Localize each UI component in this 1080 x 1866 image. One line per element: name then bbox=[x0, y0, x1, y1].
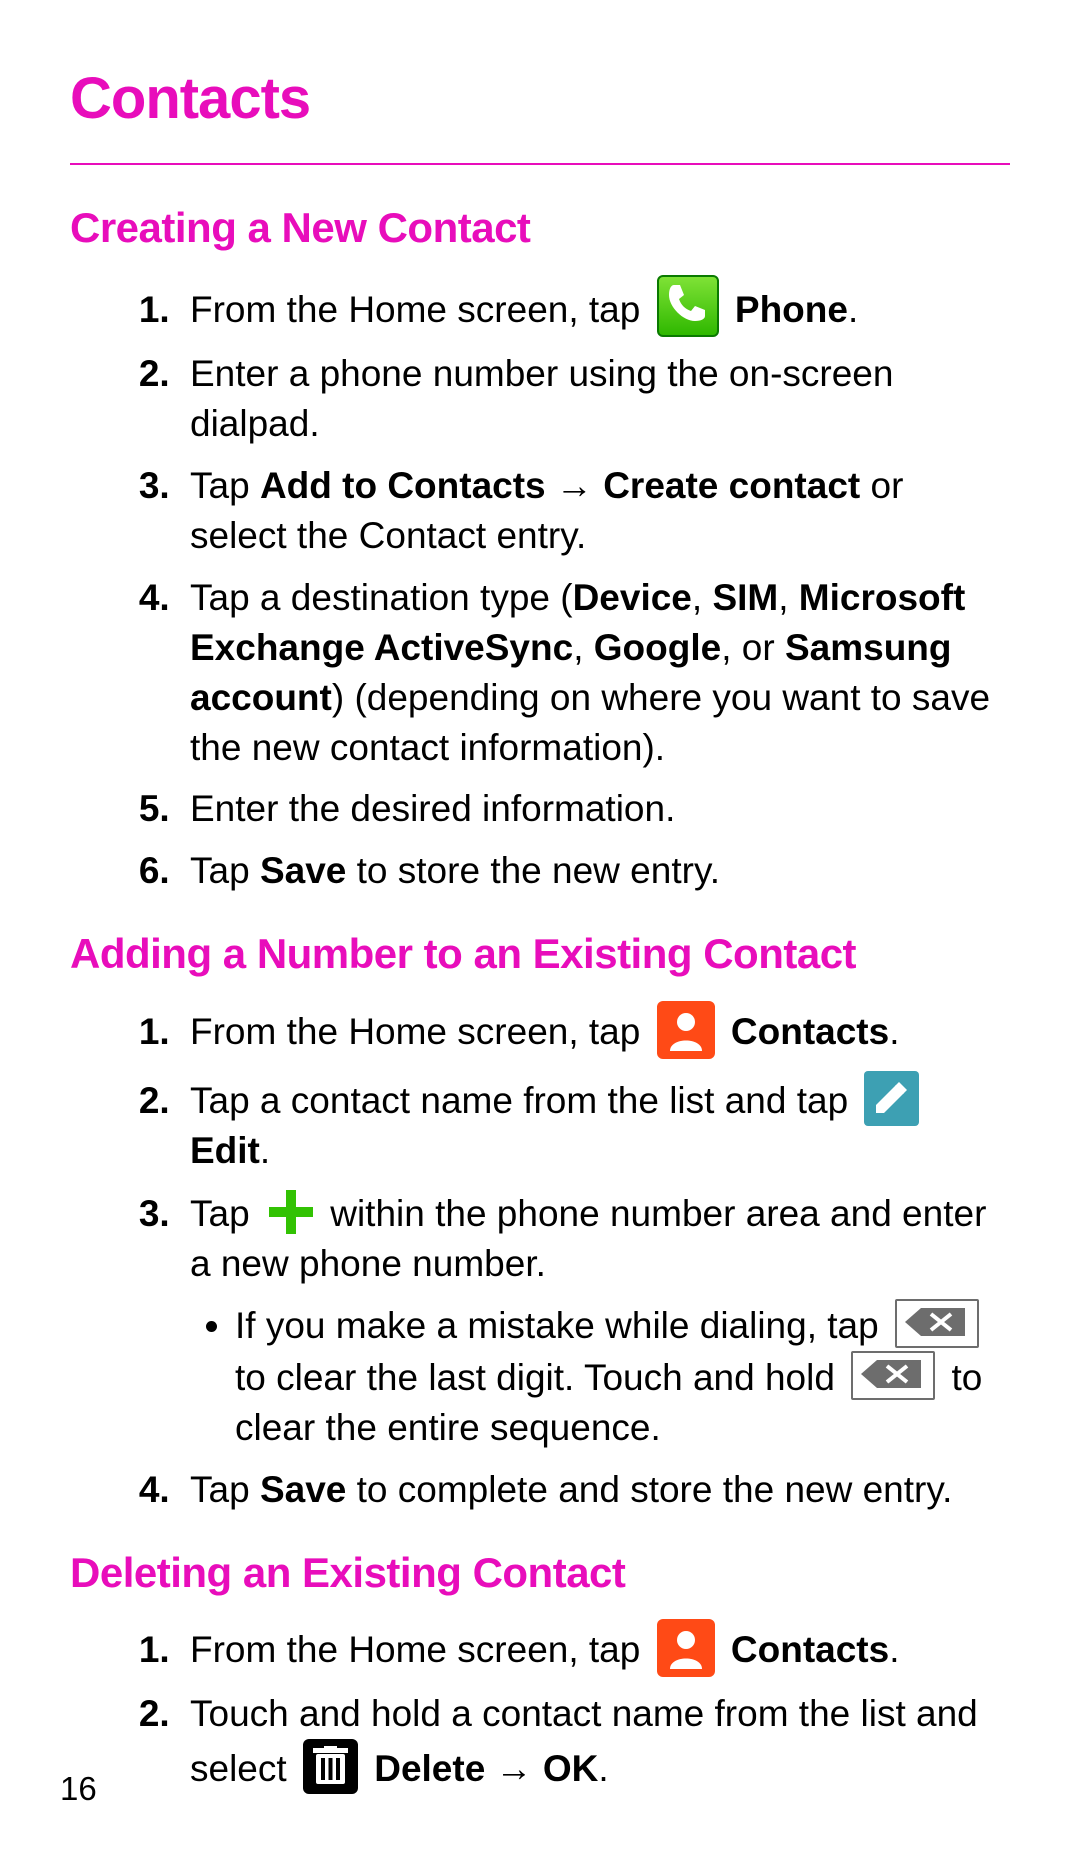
step-bold: SIM bbox=[712, 577, 778, 618]
step-text: . bbox=[598, 1748, 608, 1789]
section-heading-deleting: Deleting an Existing Contact bbox=[70, 1545, 1010, 1602]
phone-icon bbox=[657, 275, 719, 337]
step-text: , bbox=[692, 577, 713, 618]
step: Tap Save to complete and store the new e… bbox=[180, 1465, 1010, 1515]
step-text: Enter the desired information. bbox=[190, 788, 675, 829]
step: Enter the desired information. bbox=[180, 784, 1010, 834]
manual-page: Contacts Creating a New Contact From the… bbox=[0, 0, 1080, 1866]
step-text: Enter a phone number using the on-screen… bbox=[190, 353, 893, 444]
step-text: . bbox=[889, 1629, 899, 1670]
step-bold: Contacts bbox=[731, 1011, 889, 1052]
step-text: . bbox=[889, 1011, 899, 1052]
step: Touch and hold a contact name from the l… bbox=[180, 1689, 1010, 1794]
step-text: Tap bbox=[190, 1193, 260, 1234]
step-bold: Device bbox=[573, 577, 692, 618]
step-bold: Add to Contacts → Create contact bbox=[260, 465, 860, 506]
substep-text: to clear the last digit. Touch and hold bbox=[235, 1357, 845, 1398]
step-text: Tap bbox=[190, 850, 260, 891]
step: Tap a contact name from the list and tap… bbox=[180, 1071, 1010, 1176]
step-bold: Save bbox=[260, 1469, 346, 1510]
backspace-icon bbox=[851, 1351, 935, 1400]
steps-deleting: From the Home screen, tap Contacts. Touc… bbox=[70, 1619, 1010, 1794]
substep-text: If you make a mistake while dialing, tap bbox=[235, 1305, 889, 1346]
step-bold: Delete → OK bbox=[374, 1748, 598, 1789]
step-bold: Phone bbox=[735, 289, 848, 330]
step-bold: Contacts bbox=[731, 1629, 889, 1670]
contacts-icon bbox=[657, 1001, 715, 1059]
step: Tap Add to Contacts → Create contact or … bbox=[180, 461, 1010, 561]
step-text: From the Home screen, tap bbox=[190, 1629, 651, 1670]
step-text: to store the new entry. bbox=[346, 850, 720, 891]
step: Enter a phone number using the on-screen… bbox=[180, 349, 1010, 449]
step: Tap a destination type (Device, SIM, Mic… bbox=[180, 573, 1010, 773]
step: From the Home screen, tap Contacts. bbox=[180, 1001, 1010, 1059]
page-number: 16 bbox=[60, 1767, 97, 1812]
backspace-icon bbox=[895, 1299, 979, 1348]
step-text: . bbox=[260, 1130, 270, 1171]
section-heading-adding: Adding a Number to an Existing Contact bbox=[70, 926, 1010, 983]
section-heading-creating: Creating a New Contact bbox=[70, 200, 1010, 257]
step: Tap Save to store the new entry. bbox=[180, 846, 1010, 896]
step-text: to complete and store the new entry. bbox=[346, 1469, 952, 1510]
substeps: If you make a mistake while dialing, tap… bbox=[190, 1299, 1010, 1453]
step-text: Tap bbox=[190, 465, 260, 506]
page-title: Contacts bbox=[70, 60, 1010, 138]
steps-adding: From the Home screen, tap Contacts. Tap … bbox=[70, 1001, 1010, 1515]
steps-creating: From the Home screen, tap Phone. Enter a… bbox=[70, 275, 1010, 896]
edit-icon bbox=[864, 1071, 919, 1126]
step-bold: Save bbox=[260, 850, 346, 891]
step-text: From the Home screen, tap bbox=[190, 289, 651, 330]
contacts-icon bbox=[657, 1619, 715, 1677]
step-text: Tap a destination type ( bbox=[190, 577, 573, 618]
step-text: From the Home screen, tap bbox=[190, 1011, 651, 1052]
step-text: , or bbox=[721, 627, 785, 668]
step-text: Tap a contact name from the list and tap bbox=[190, 1080, 858, 1121]
step-text: Tap bbox=[190, 1469, 260, 1510]
title-divider bbox=[70, 163, 1010, 165]
step: From the Home screen, tap Phone. bbox=[180, 275, 1010, 337]
substep: If you make a mistake while dialing, tap… bbox=[235, 1299, 1010, 1453]
step: Tap within the phone number area and ent… bbox=[180, 1188, 1010, 1453]
step-text: , bbox=[778, 577, 799, 618]
trash-icon bbox=[303, 1739, 358, 1794]
step-bold: Edit bbox=[190, 1130, 260, 1171]
step-bold: Google bbox=[594, 627, 721, 668]
step: From the Home screen, tap Contacts. bbox=[180, 1619, 1010, 1677]
plus-icon bbox=[266, 1188, 314, 1236]
step-text: , bbox=[573, 627, 594, 668]
step-text: . bbox=[848, 289, 858, 330]
